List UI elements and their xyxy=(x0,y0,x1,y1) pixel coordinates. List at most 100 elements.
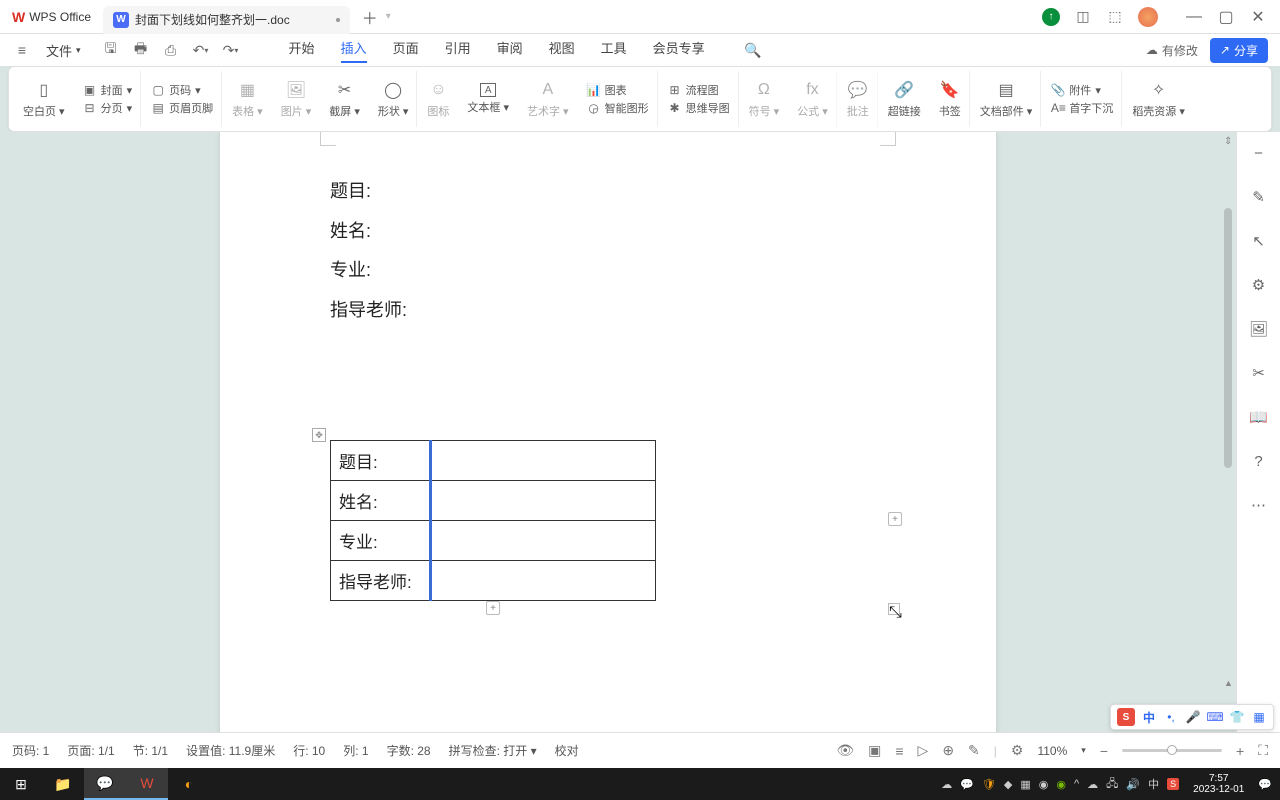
table-cell[interactable]: 题目: xyxy=(331,441,431,481)
ime-punct-icon[interactable]: •, xyxy=(1163,709,1179,725)
tab-insert[interactable]: 插入 xyxy=(341,38,367,63)
pencil-icon[interactable]: ✎ xyxy=(1248,186,1270,208)
tray-ime-icon[interactable]: 中 xyxy=(1148,776,1159,792)
cube-icon[interactable]: ⬚ xyxy=(1106,8,1124,26)
tray-nvidia-icon[interactable]: ◉ xyxy=(1056,778,1066,791)
scrollbar-thumb[interactable] xyxy=(1224,208,1232,468)
tray-icon-2[interactable]: ▦ xyxy=(1020,778,1030,791)
ribbon-chart[interactable]: 📊图表 xyxy=(587,82,649,98)
status-col[interactable]: 列: 1 xyxy=(343,742,368,759)
undo-icon[interactable]: ↶▾ xyxy=(191,38,211,62)
table-cell[interactable]: 专业: xyxy=(331,521,431,561)
ribbon-textbox[interactable]: A文本框 ▾ xyxy=(459,71,517,127)
ribbon-docparts[interactable]: ▤文档部件 ▾ xyxy=(972,71,1042,127)
hamburger-icon[interactable]: ≡ xyxy=(12,42,32,58)
save-icon[interactable]: 🖫 xyxy=(101,38,121,62)
ribbon-blank-page[interactable]: ▯ 空白页 ▾ xyxy=(15,71,73,127)
ribbon-resources[interactable]: ✧稻壳资源 ▾ xyxy=(1124,71,1193,127)
ribbon-wordart[interactable]: A艺术字 ▾ xyxy=(519,71,577,127)
redo-icon[interactable]: ↷▾ xyxy=(221,38,241,62)
tab-member[interactable]: 会员专享 xyxy=(653,38,705,63)
ribbon-picture[interactable]: 🖼图片 ▾ xyxy=(273,71,320,127)
tray-volume-icon[interactable]: 🔊 xyxy=(1126,778,1140,791)
tray-icon-3[interactable]: ◉ xyxy=(1039,778,1049,791)
doc-line[interactable]: 题目: xyxy=(330,172,886,212)
tools-icon[interactable]: ✂ xyxy=(1248,362,1270,384)
status-words[interactable]: 字数: 28 xyxy=(387,742,431,759)
ime-lang[interactable]: 中 xyxy=(1141,709,1157,725)
table-add-column-button[interactable]: + xyxy=(888,512,902,526)
zoom-slider[interactable] xyxy=(1122,749,1222,752)
zoom-settings-icon[interactable]: ⚙ xyxy=(1011,742,1024,759)
fullscreen-icon[interactable]: ⛶ xyxy=(1258,742,1268,759)
sync-status-icon[interactable]: ↑ xyxy=(1042,8,1060,26)
ime-grid-icon[interactable]: ▦ xyxy=(1251,709,1267,725)
minimize-button[interactable]: — xyxy=(1180,3,1208,31)
settings-icon[interactable]: ⚙ xyxy=(1248,274,1270,296)
tab-review[interactable]: 审阅 xyxy=(497,38,523,63)
document-canvas[interactable]: 题目: 姓名: 专业: 指导老师: ✥ 题目: 姓名: 专业: 指导老师: + … xyxy=(0,132,1236,732)
tab-tools[interactable]: 工具 xyxy=(601,38,627,63)
book-icon[interactable]: 📖 xyxy=(1248,406,1270,428)
taskbar-clock[interactable]: 7:57 2023-12-01 xyxy=(1187,773,1250,795)
tab-start[interactable]: 开始 xyxy=(289,38,315,63)
cloud-status[interactable]: ☁ 有修改 xyxy=(1146,42,1198,59)
document-page[interactable]: 题目: 姓名: 专业: 指导老师: ✥ 题目: 姓名: 专业: 指导老师: + … xyxy=(220,132,996,732)
table-add-row-button[interactable]: + xyxy=(486,601,500,615)
view-page-icon[interactable]: ▣ xyxy=(868,742,881,759)
table-resize-handle[interactable]: ⤡ xyxy=(888,603,900,615)
start-button[interactable]: ⊞ xyxy=(0,768,42,800)
taskbar-wps[interactable]: W xyxy=(126,768,168,800)
ime-person-icon[interactable]: 👕 xyxy=(1229,709,1245,725)
ribbon-icon[interactable]: ☺图标 xyxy=(419,71,457,127)
ribbon-comment[interactable]: 💬批注 xyxy=(839,71,878,127)
table-cell[interactable] xyxy=(431,481,656,521)
print-icon[interactable]: 🖶 xyxy=(131,38,151,62)
vertical-scrollbar[interactable]: ⇕ ▲ ▼ xyxy=(1222,138,1236,732)
document-tab[interactable]: W 封面下划线如何整齐划一.doc xyxy=(103,6,350,34)
status-page[interactable]: 页面: 1/1 xyxy=(67,742,114,759)
ribbon-mindmap[interactable]: ✱思维导图 xyxy=(668,100,730,116)
ribbon-shape[interactable]: ◯形状 ▾ xyxy=(370,71,418,127)
ribbon-flowchart[interactable]: ⊞流程图 xyxy=(668,82,730,98)
ime-toolbar[interactable]: S 中 •, 🎤 ⌨ 👕 ▦ xyxy=(1110,704,1274,730)
tray-network-icon[interactable]: 🖧 xyxy=(1106,775,1118,794)
tray-cloud-icon[interactable]: ☁ xyxy=(941,778,952,791)
ribbon-symbol[interactable]: Ω符号 ▾ xyxy=(741,71,788,127)
view-web-icon[interactable]: ⊕ xyxy=(942,742,954,759)
image-icon[interactable]: 🖼 xyxy=(1248,318,1270,340)
table-cell[interactable]: 姓名: xyxy=(331,481,431,521)
help-icon[interactable]: ? xyxy=(1248,450,1270,472)
zoom-slider-thumb[interactable] xyxy=(1167,745,1177,755)
tray-shield-icon[interactable]: 🛡 xyxy=(982,778,996,791)
tray-sogou-icon[interactable]: S xyxy=(1167,778,1179,790)
ribbon-formula[interactable]: fx公式 ▾ xyxy=(789,71,837,127)
ribbon-attachment[interactable]: 📎附件 ▾ xyxy=(1051,82,1113,98)
tray-notifications-icon[interactable]: 💬 xyxy=(1258,778,1272,791)
view-focus-icon[interactable]: ✎ xyxy=(968,742,980,759)
zoom-minus-icon[interactable]: − xyxy=(1248,142,1270,164)
tab-view[interactable]: 视图 xyxy=(549,38,575,63)
zoom-in-icon[interactable]: + xyxy=(1236,743,1244,759)
search-icon[interactable]: 🔍 xyxy=(743,42,763,59)
new-tab-button[interactable]: ＋ xyxy=(358,5,382,29)
zoom-value[interactable]: 110% xyxy=(1037,744,1067,758)
table-cell[interactable] xyxy=(431,441,656,481)
tray-wechat-icon[interactable]: 💬 xyxy=(960,778,974,791)
table-cell[interactable] xyxy=(431,521,656,561)
maximize-button[interactable]: ▢ xyxy=(1212,3,1240,31)
tab-page[interactable]: 页面 xyxy=(393,38,419,63)
table-cell[interactable] xyxy=(431,561,656,601)
status-page-no[interactable]: 页码: 1 xyxy=(12,742,49,759)
tray-chevron-icon[interactable]: ^ xyxy=(1074,778,1079,790)
close-button[interactable]: ✕ xyxy=(1244,3,1272,31)
ribbon-smartart[interactable]: ◶智能图形 xyxy=(587,100,649,116)
user-avatar[interactable] xyxy=(1138,7,1158,27)
doc-line[interactable]: 姓名: xyxy=(330,212,886,252)
print-preview-icon[interactable]: ⎙ xyxy=(161,38,181,62)
view-outline-icon[interactable]: ≡ xyxy=(895,743,903,759)
document-text[interactable]: 题目: 姓名: 专业: 指导老师: xyxy=(330,172,886,330)
ribbon-bookmark[interactable]: 🔖书签 xyxy=(931,71,970,127)
status-position[interactable]: 设置值: 11.9厘米 xyxy=(186,742,275,759)
ribbon-hyperlink[interactable]: 🔗超链接 xyxy=(880,71,929,127)
